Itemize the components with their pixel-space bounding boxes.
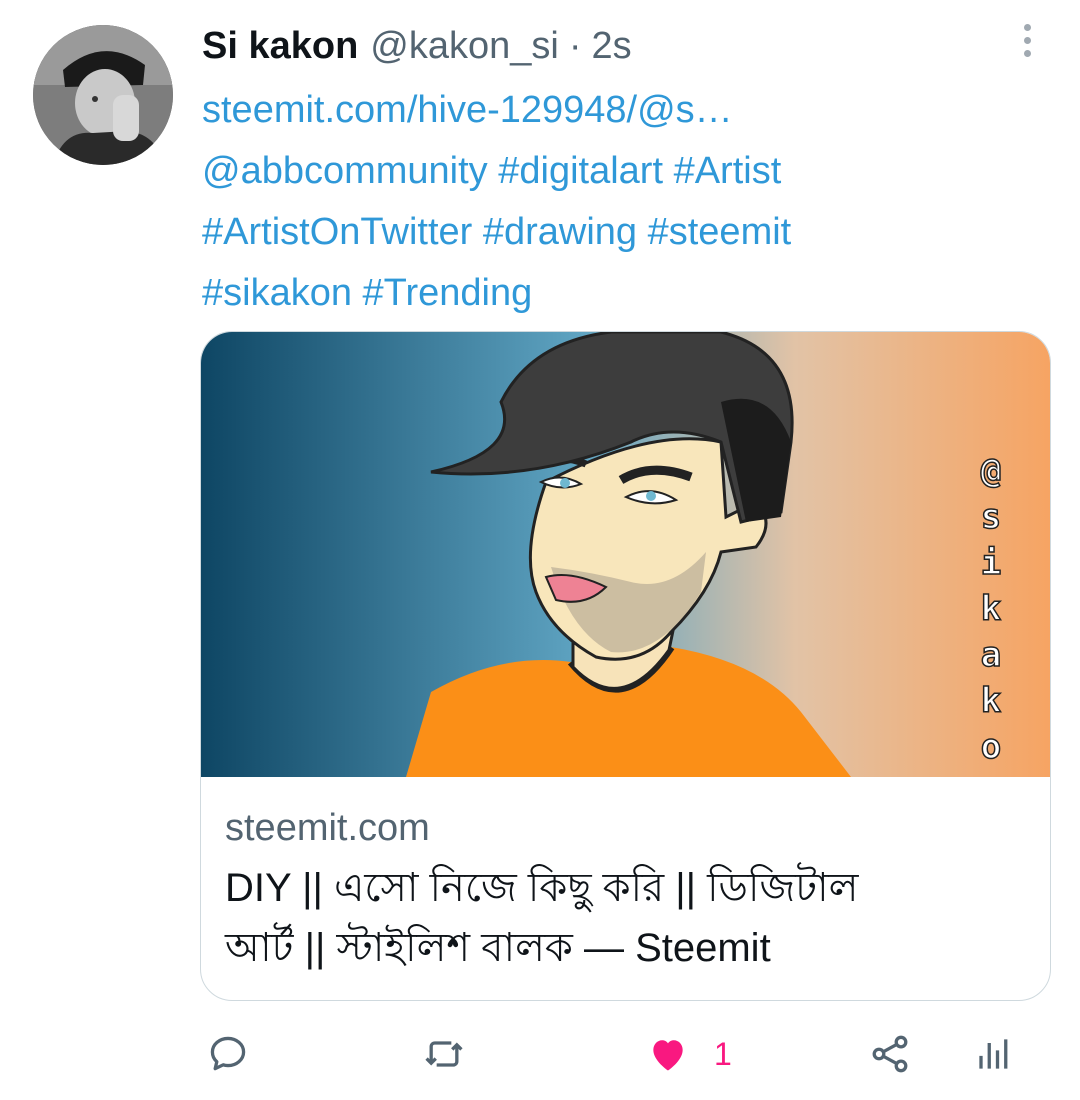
tweet-timestamp[interactable]: 2s [592, 25, 632, 68]
tweet-line-hashtags: #sikakon #Trending [202, 263, 1032, 324]
svg-text:@sikako: @ s i k a k o [981, 451, 1001, 767]
retweet-button[interactable] [422, 1028, 466, 1080]
card-watermark: @ s i k a k o [980, 450, 1002, 768]
tweet-action-bar: 1 [200, 1028, 1060, 1080]
tweet-line-link: steemit.com/hive-129948/@s… [202, 80, 1032, 141]
author-avatar[interactable] [33, 25, 173, 165]
reply-icon [210, 1036, 246, 1071]
like-count: 1 [714, 1035, 732, 1072]
tweet-text: steemit.com/hive-129948/@s… @abbcommunit… [202, 80, 1032, 324]
author-handle[interactable]: @kakon_si [370, 25, 559, 68]
watermark-char: o [981, 727, 1001, 767]
like-button[interactable]: 1 [646, 1028, 732, 1080]
share-button[interactable] [868, 1028, 912, 1080]
card-title: DIY || এসো নিজে কিছু করি || ডিজিটাল আর্ট… [225, 858, 1025, 978]
watermark-char: s [981, 497, 1001, 537]
watermark-char: a [981, 635, 1001, 675]
card-image: @ s i k a k o [201, 332, 1050, 777]
card-body: steemit.com DIY || এসো নিজে কিছু করি || … [225, 802, 1025, 978]
retweet-icon [425, 1041, 463, 1067]
digital-art-illustration: @ s i k a k o [201, 332, 1050, 777]
link-preview-card[interactable]: @ s i k a k o steemit.com DIY || এসো নিজে কিছু… [200, 331, 1051, 1001]
more-vertical-icon[interactable] [1015, 24, 1039, 64]
reply-button[interactable] [206, 1028, 250, 1080]
analytics-icon [979, 1039, 1008, 1069]
tweet-header: Si kakon @kakon_si · 2s [202, 22, 632, 70]
tweet-hashtags[interactable]: #sikakon #Trending [202, 272, 532, 314]
tweet-link[interactable]: steemit.com/hive-129948/@s… [202, 89, 733, 131]
tweet-hashtags[interactable]: @abbcommunity #digitalart #Artist [202, 150, 781, 192]
watermark-char: k [981, 681, 1001, 721]
avatar-photo [33, 25, 173, 165]
author-name[interactable]: Si kakon [202, 25, 358, 68]
heart-icon [653, 1040, 683, 1071]
card-title-line: DIY || এসো নিজে কিছু করি || ডিজিটাল [225, 866, 859, 910]
watermark-char: k [981, 589, 1001, 629]
card-title-line: আর্ট || স্টাইলিশ বালক — Steemit [225, 926, 771, 970]
card-domain: steemit.com [225, 807, 430, 849]
tweet-line-hashtags: #ArtistOnTwitter #drawing #steemit [202, 202, 1032, 263]
analytics-button[interactable] [970, 1028, 1014, 1080]
watermark-char: i [981, 543, 1001, 583]
share-icon [872, 1035, 908, 1073]
watermark-char: @ [981, 451, 1001, 491]
tweet-hashtags[interactable]: #ArtistOnTwitter #drawing #steemit [202, 211, 791, 253]
header-separator: · [568, 24, 582, 67]
tweet-line-mentions: @abbcommunity #digitalart #Artist [202, 141, 1032, 202]
